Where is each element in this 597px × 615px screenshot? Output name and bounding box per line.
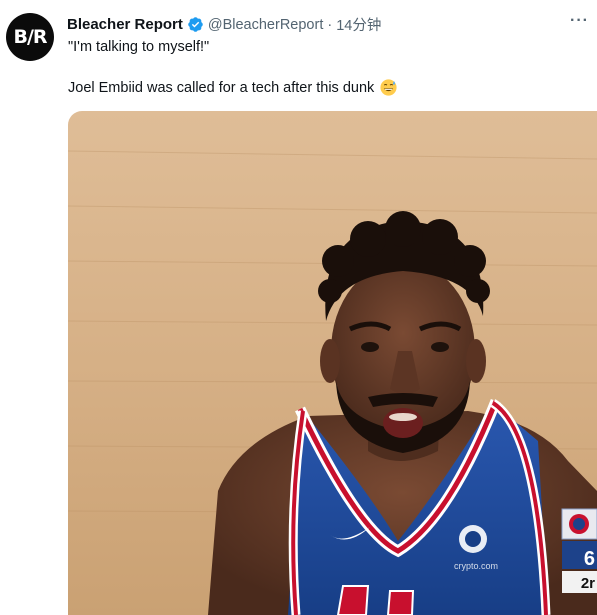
more-options-icon[interactable]: ··· [570,12,589,30]
verified-badge-icon [187,16,204,33]
tweet-card[interactable]: B/R Bleacher Report @BleacherReport · 14… [0,0,597,615]
grinning-sweat-emoji-icon [380,79,397,96]
scorebug-digit: 6 [584,548,595,570]
timestamp[interactable]: 14分钟 [336,14,381,35]
jersey-sponsor-text: crypto.com [454,561,498,571]
video-player[interactable]: crypto.com 6 2r [68,111,597,615]
tweet-body-text: Joel Embiid was called for a tech after … [68,79,375,96]
avatar[interactable]: B/R [6,13,54,61]
tweet-quote-line: "I'm talking to myself!" [68,39,210,55]
scorebug: 6 2r [561,508,597,593]
video-frame-image: crypto.com 6 2r [68,111,597,615]
separator-dot: · [327,16,333,33]
tweet-body: Joel Embiid was called for a tech after … [68,79,397,96]
avatar-logo-text: B/R [13,26,47,48]
author-name[interactable]: Bleacher Report [67,16,183,33]
author-handle[interactable]: @BleacherReport [208,17,323,33]
scorebug-period: 2r [581,575,595,592]
tweet-header: Bleacher Report @BleacherReport · 14分钟 [67,14,381,35]
